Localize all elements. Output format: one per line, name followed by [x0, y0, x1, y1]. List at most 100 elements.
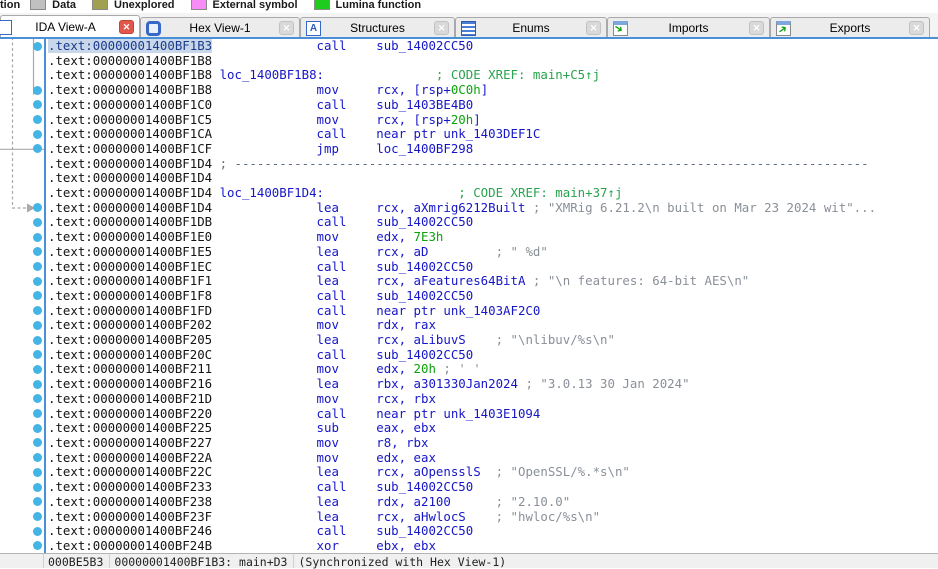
address-text: .text:00000001400BF233 — [48, 479, 213, 495]
tab-enums[interactable]: Enums ✕ — [455, 17, 607, 38]
line-gutter — [0, 39, 46, 54]
listing-line[interactable]: .text:00000001400BF1DB call sub_14002CC5… — [0, 215, 938, 230]
listing-line[interactable]: .text:00000001400BF23F lea rcx, aHwlocS … — [0, 509, 938, 525]
listing-line[interactable]: .text:00000001400BF21D mov rcx, rbx — [0, 390, 938, 407]
line-gutter — [0, 260, 46, 275]
listing-line[interactable]: .text:00000001400BF20C call sub_14002CC5… — [0, 347, 938, 363]
instruction-dot — [33, 217, 42, 227]
line-gutter — [0, 201, 46, 216]
listing-line[interactable]: .text:00000001400BF227 mov r8, rbx — [0, 434, 938, 451]
instruction-dot — [33, 379, 42, 389]
ida-view-icon — [0, 19, 12, 35]
listing-line[interactable]: .text:00000001400BF1CF jmp loc_1400BF298 — [0, 141, 938, 157]
tab-exports[interactable]: Exports ✕ — [770, 17, 930, 38]
instruction-dot — [33, 482, 42, 492]
tab-ida-view-a[interactable]: IDA View-A ✕ — [0, 15, 140, 38]
tab-label: Imports — [668, 21, 709, 35]
tab-close-icon[interactable]: ✕ — [586, 21, 601, 35]
line-gutter — [0, 157, 46, 172]
tab-close-icon[interactable]: ✕ — [434, 21, 449, 35]
line-text: .text:00000001400BF220 call near ptr unk… — [48, 406, 540, 422]
address-text: .text:00000001400BF227 — [48, 434, 213, 450]
focus-border-top — [0, 37, 938, 39]
listing-line[interactable]: .text:00000001400BF1FD call near ptr unk… — [0, 303, 938, 319]
line-gutter — [0, 215, 46, 230]
instruction-dot — [33, 262, 42, 272]
instruction-dot — [33, 541, 42, 551]
listing-line[interactable]: .text:00000001400BF1B8 mov rcx, [rsp+0C0… — [0, 82, 938, 98]
listing-line[interactable]: .text:00000001400BF1EC call sub_14002CC5… — [0, 258, 938, 275]
listing-line[interactable]: .text:00000001400BF1B8 — [0, 53, 938, 69]
disassembly-view: .text:00000001400BF1B3 call sub_14002CC5… — [0, 37, 938, 553]
status-bar: 000BE5B3 00000001400BF1B3: main+D3 (Sync… — [0, 553, 938, 569]
legend-label: Lumina function — [335, 0, 422, 11]
listing-line[interactable]: .text:00000001400BF1F8 call sub_14002CC5… — [0, 288, 938, 304]
legend-label: Unexplored — [114, 0, 175, 11]
line-gutter — [0, 186, 46, 201]
code-text: call sub_14002CC50 — [212, 38, 474, 53]
line-text: .text:00000001400BF24B xor ebx, ebx — [48, 538, 436, 554]
status-address-context: 00000001400BF1B3: main+D3 — [110, 554, 295, 569]
instruction-dot — [33, 232, 42, 242]
listing-line[interactable]: .text:00000001400BF1D4 lea rcx, aXmrig62… — [0, 200, 938, 216]
instruction-dot — [33, 85, 42, 95]
listing-line[interactable]: .text:00000001400BF220 call near ptr unk… — [0, 406, 938, 422]
code-text: loc_1400BF1B8: — [212, 67, 325, 83]
code-text: ] — [473, 111, 481, 127]
tab-close-icon[interactable]: ✕ — [119, 20, 134, 34]
listing-line[interactable]: .text:00000001400BF225 sub eax, ebx — [0, 420, 938, 436]
comment-text: ; "\nlibuv/%s\n" — [465, 332, 615, 348]
address-text: .text:00000001400BF1B8 — [48, 67, 213, 83]
line-text: .text:00000001400BF22A mov edx, eax — [48, 450, 436, 466]
listing-line[interactable]: .text:00000001400BF238 lea rdx, a2100 ; … — [0, 494, 938, 510]
line-text: .text:00000001400BF1CA call near ptr unk… — [48, 126, 540, 142]
line-gutter — [0, 480, 46, 495]
listing-line[interactable]: .text:00000001400BF24B xor ebx, ebx — [0, 538, 938, 554]
tab-close-icon[interactable]: ✕ — [279, 21, 294, 35]
tab-close-icon[interactable]: ✕ — [749, 21, 764, 35]
line-gutter — [0, 230, 46, 245]
listing-line[interactable]: .text:00000001400BF1D4 loc_1400BF1D4: ; … — [0, 185, 938, 201]
listing-line[interactable]: .text:00000001400BF246 call sub_14002CC5… — [0, 523, 938, 539]
listing-line[interactable]: .text:00000001400BF22A mov edx, eax — [0, 450, 938, 466]
listing-line[interactable]: .text:00000001400BF22C lea rcx, aOpenssl… — [0, 465, 938, 480]
exports-icon — [776, 20, 791, 36]
listing-line[interactable]: .text:00000001400BF1C5 mov rcx, [rsp+20h… — [0, 111, 938, 128]
listing-line[interactable]: .text:00000001400BF205 lea rcx, aLibuvS … — [0, 332, 938, 348]
tab-hex-view-1[interactable]: Hex View-1 ✕ — [140, 17, 300, 38]
listing-line[interactable]: .text:00000001400BF211 mov edx, 20h ; ' … — [0, 362, 938, 377]
listing-line[interactable]: .text:00000001400BF202 mov rdx, rax — [0, 318, 938, 333]
tab-label: Enums — [512, 21, 550, 35]
focus-border-left — [44, 37, 46, 553]
listing-line[interactable]: .text:00000001400BF1D4 — [0, 170, 938, 186]
tab-imports[interactable]: Imports ✕ — [607, 17, 770, 38]
line-gutter — [0, 333, 46, 348]
code-text: mov rcx, rbx — [212, 390, 436, 406]
listing-line[interactable]: .text:00000001400BF1D4 ; ---------------… — [0, 156, 938, 172]
comment-text: ; "3.0.13 30 Jan 2024" — [525, 376, 690, 392]
code-text: call sub_14002CC50 — [212, 479, 474, 495]
listing-line[interactable]: .text:00000001400BF1F1 lea rcx, aFeature… — [0, 273, 938, 289]
line-text: .text:00000001400BF202 mov rdx, rax — [48, 318, 436, 333]
address-text: .text:00000001400BF1D4 — [48, 185, 213, 201]
line-gutter — [0, 436, 46, 451]
instruction-dot — [33, 467, 42, 477]
listing-line[interactable]: .text:00000001400BF1C0 call sub_1403BE4B… — [0, 97, 938, 113]
listing-line[interactable]: .text:00000001400BF1E5 lea rcx, aD ; " %… — [0, 244, 938, 260]
listing-line[interactable]: .text:00000001400BF216 lea rbx, a301330J… — [0, 376, 938, 392]
legend-swatch — [313, 0, 330, 10]
line-gutter — [0, 539, 46, 554]
listing-line[interactable]: .text:00000001400BF233 call sub_14002CC5… — [0, 479, 938, 495]
listing-line[interactable]: .text:00000001400BF1B3 call sub_14002CC5… — [0, 38, 938, 54]
listing-line[interactable]: .text:00000001400BF1E0 mov edx, 7E3h — [0, 229, 938, 245]
instruction-dot — [33, 335, 42, 345]
tab-label: Structures — [350, 21, 405, 35]
comment-text: ; "\n features: 64-bit AES\n" — [532, 273, 750, 289]
tab-close-icon[interactable]: ✕ — [909, 21, 924, 35]
line-text: .text:00000001400BF238 lea rdx, a2100 ; … — [48, 494, 570, 510]
tab-structures[interactable]: A Structures ✕ — [300, 17, 455, 38]
line-text: .text:00000001400BF1E0 mov edx, 7E3h — [48, 229, 443, 245]
listing-line[interactable]: .text:00000001400BF1B8 loc_1400BF1B8: ; … — [0, 68, 938, 83]
listing-line[interactable]: .text:00000001400BF1CA call near ptr unk… — [0, 126, 938, 142]
code-text: call sub_14002CC50 — [212, 258, 474, 274]
